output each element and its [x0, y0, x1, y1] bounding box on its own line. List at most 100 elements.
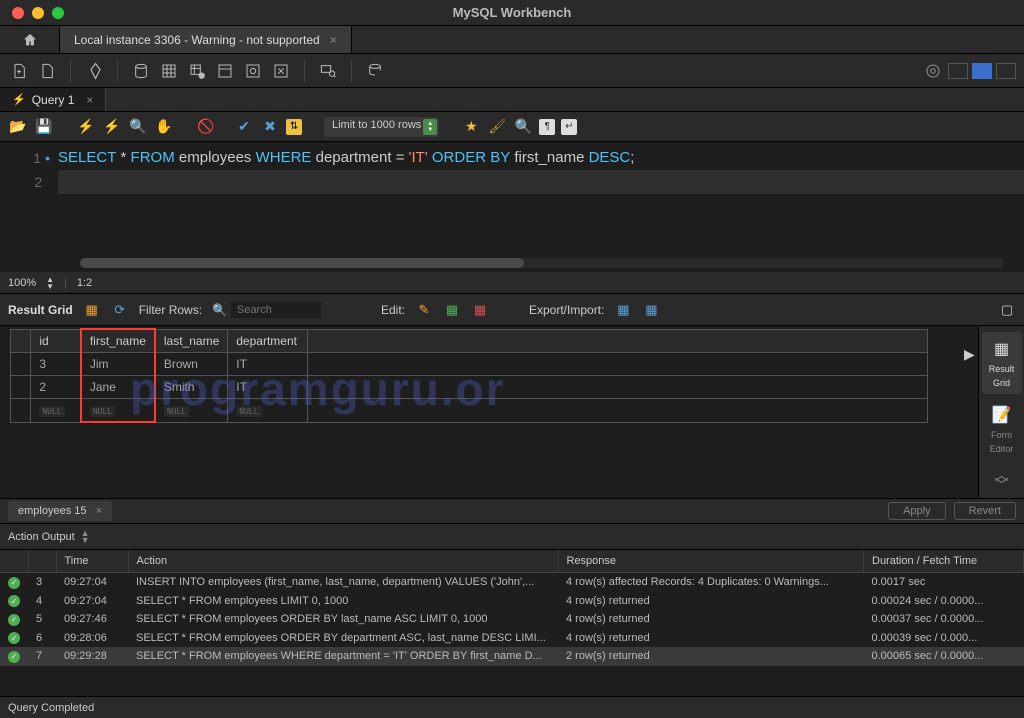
action-column-header[interactable]: Action — [128, 550, 558, 573]
minimize-window-button[interactable] — [32, 7, 44, 19]
home-tab[interactable] — [0, 26, 60, 53]
beautify-icon[interactable]: 🖌 — [487, 117, 507, 137]
db-table-icon[interactable] — [158, 60, 180, 82]
status-ok-icon: ✓ — [0, 647, 28, 666]
sql-editor[interactable]: 1• 2 SELECT * FROM employees WHERE depar… — [0, 142, 1024, 272]
action-column-header[interactable]: Time — [56, 550, 128, 573]
add-row-icon[interactable]: ▦ — [443, 301, 461, 319]
pin-icon[interactable]: ▢ — [998, 301, 1016, 319]
refresh-icon[interactable]: ⟳ — [111, 301, 129, 319]
inspector-icon[interactable] — [83, 60, 105, 82]
status-ok-icon: ✓ — [0, 573, 28, 592]
limit-stepper-icon: ▲▼ — [423, 119, 437, 135]
query-tabs: ⚡ Query 1 × — [0, 88, 1024, 112]
query-toolbar: 📂 💾 ⚡ ⚡ 🔍 ✋ 🚫 ✔ ✖ ⇅ Limit to 1000 rows ▲… — [0, 112, 1024, 142]
limit-select[interactable]: Limit to 1000 rows ▲▼ — [324, 117, 439, 137]
column-header[interactable]: first_name — [81, 329, 155, 353]
db-search-icon[interactable] — [317, 60, 339, 82]
table-row-null[interactable]: NULLNULLNULLNULL — [11, 399, 928, 423]
no-limit-icon[interactable]: 🚫 — [196, 117, 216, 137]
stop-icon[interactable]: ✋ — [154, 117, 174, 137]
code-area[interactable]: SELECT * FROM employees WHERE department… — [58, 142, 1024, 272]
result-tab[interactable]: employees 15 × — [8, 501, 112, 521]
table-row[interactable]: 2JaneSmithIT — [11, 376, 928, 399]
action-output-label[interactable]: Action Output — [8, 531, 75, 543]
action-output-dropdown[interactable]: ▲▼ — [81, 530, 90, 544]
search-input[interactable] — [231, 302, 321, 318]
favorite-icon[interactable]: ★ — [461, 117, 481, 137]
home-icon — [21, 32, 39, 48]
connection-tab[interactable]: Local instance 3306 - Warning - not supp… — [60, 26, 352, 53]
action-output-header: Action Output ▲▼ — [0, 524, 1024, 550]
action-row[interactable]: ✓509:27:46SELECT * FROM employees ORDER … — [0, 610, 1024, 629]
zoom-stepper[interactable]: ▲▼ — [46, 276, 54, 290]
query-tab-label: Query 1 — [32, 93, 75, 107]
execute-current-icon[interactable]: ⚡ — [102, 117, 122, 137]
side-tab[interactable]: ▦ResultGrid — [982, 332, 1022, 394]
open-file-icon[interactable]: 📂 — [8, 117, 28, 137]
db-func-icon[interactable] — [270, 60, 292, 82]
action-column-header[interactable] — [0, 550, 28, 573]
import-icon[interactable]: ▦ — [642, 301, 660, 319]
next-panel-arrow[interactable]: ▶ — [964, 346, 975, 363]
wrap-icon[interactable]: ↵ — [561, 119, 577, 135]
action-row[interactable]: ✓709:29:28SELECT * FROM employees WHERE … — [0, 647, 1024, 666]
main-toolbar — [0, 54, 1024, 88]
autocommit-icon[interactable]: ⇅ — [286, 119, 302, 135]
close-window-button[interactable] — [12, 7, 24, 19]
save-file-icon[interactable]: 💾 — [34, 117, 54, 137]
action-row[interactable]: ✓409:27:04SELECT * FROM employees LIMIT … — [0, 592, 1024, 611]
grid-view-icon[interactable]: ▦ — [83, 301, 101, 319]
layout-bottom-panel[interactable] — [972, 63, 992, 79]
db-add-table-icon[interactable] — [186, 60, 208, 82]
title-bar: MySQL Workbench — [0, 0, 1024, 26]
action-row[interactable]: ✓309:27:04INSERT INTO employees (first_n… — [0, 573, 1024, 592]
result-footer: employees 15 × Apply Revert — [0, 498, 1024, 524]
result-toolbar: Result Grid ▦ ⟳ Filter Rows: 🔍 Edit: ✎ ▦… — [0, 294, 1024, 326]
close-query-tab[interactable]: × — [86, 93, 93, 107]
apply-button[interactable]: Apply — [888, 502, 946, 520]
open-sql-file-icon[interactable] — [36, 60, 58, 82]
column-header[interactable]: id — [31, 329, 81, 353]
delete-row-icon[interactable]: ▦ — [471, 301, 489, 319]
db-refresh-icon[interactable] — [364, 60, 386, 82]
new-sql-file-icon[interactable] — [8, 60, 30, 82]
action-column-header[interactable] — [28, 550, 56, 573]
status-ok-icon: ✓ — [0, 610, 28, 629]
commit-icon[interactable]: ✔ — [234, 117, 254, 137]
connection-tabs: Local instance 3306 - Warning - not supp… — [0, 26, 1024, 54]
edit-label: Edit: — [381, 303, 405, 317]
status-ok-icon: ✓ — [0, 629, 28, 648]
invisibles-icon[interactable]: ¶ — [539, 119, 555, 135]
action-column-header[interactable]: Duration / Fetch Time — [864, 550, 1024, 573]
editor-scrollbar[interactable] — [80, 258, 1004, 268]
explain-icon[interactable]: 🔍 — [128, 117, 148, 137]
find-icon[interactable]: 🔍 — [513, 117, 533, 137]
layout-right-panel[interactable] — [996, 63, 1016, 79]
settings-icon[interactable] — [922, 60, 944, 82]
db-proc-icon[interactable] — [242, 60, 264, 82]
export-icon[interactable]: ▦ — [614, 301, 632, 319]
db-schema-icon[interactable] — [130, 60, 152, 82]
result-grid[interactable]: idfirst_namelast_namedepartment 3JimBrow… — [0, 326, 964, 498]
column-header[interactable]: department — [228, 329, 308, 353]
side-tab[interactable]: 📝FormEditor — [982, 398, 1022, 460]
rollback-icon[interactable]: ✖ — [260, 117, 280, 137]
layout-left-panel[interactable] — [948, 63, 968, 79]
edit-row-icon[interactable]: ✎ — [415, 301, 433, 319]
action-row[interactable]: ✓609:28:06SELECT * FROM employees ORDER … — [0, 629, 1024, 648]
action-column-header[interactable]: Response — [558, 550, 864, 573]
query-tab[interactable]: ⚡ Query 1 × — [0, 88, 106, 111]
close-tab-icon[interactable]: × — [330, 33, 337, 47]
side-tab-nav[interactable]: ︿﹀ — [995, 470, 1009, 490]
execute-icon[interactable]: ⚡ — [76, 117, 96, 137]
side-tabs: ▦ResultGrid📝FormEditor ︿﹀ — [978, 326, 1024, 498]
zoom-window-button[interactable] — [52, 7, 64, 19]
table-row[interactable]: 3JimBrownIT — [11, 353, 928, 376]
column-header[interactable]: last_name — [155, 329, 228, 353]
close-result-tab[interactable]: × — [96, 505, 102, 517]
revert-button[interactable]: Revert — [954, 502, 1016, 520]
db-view-icon[interactable] — [214, 60, 236, 82]
gutter: 1• 2 — [0, 142, 58, 272]
search-icon: 🔍 — [212, 303, 227, 317]
